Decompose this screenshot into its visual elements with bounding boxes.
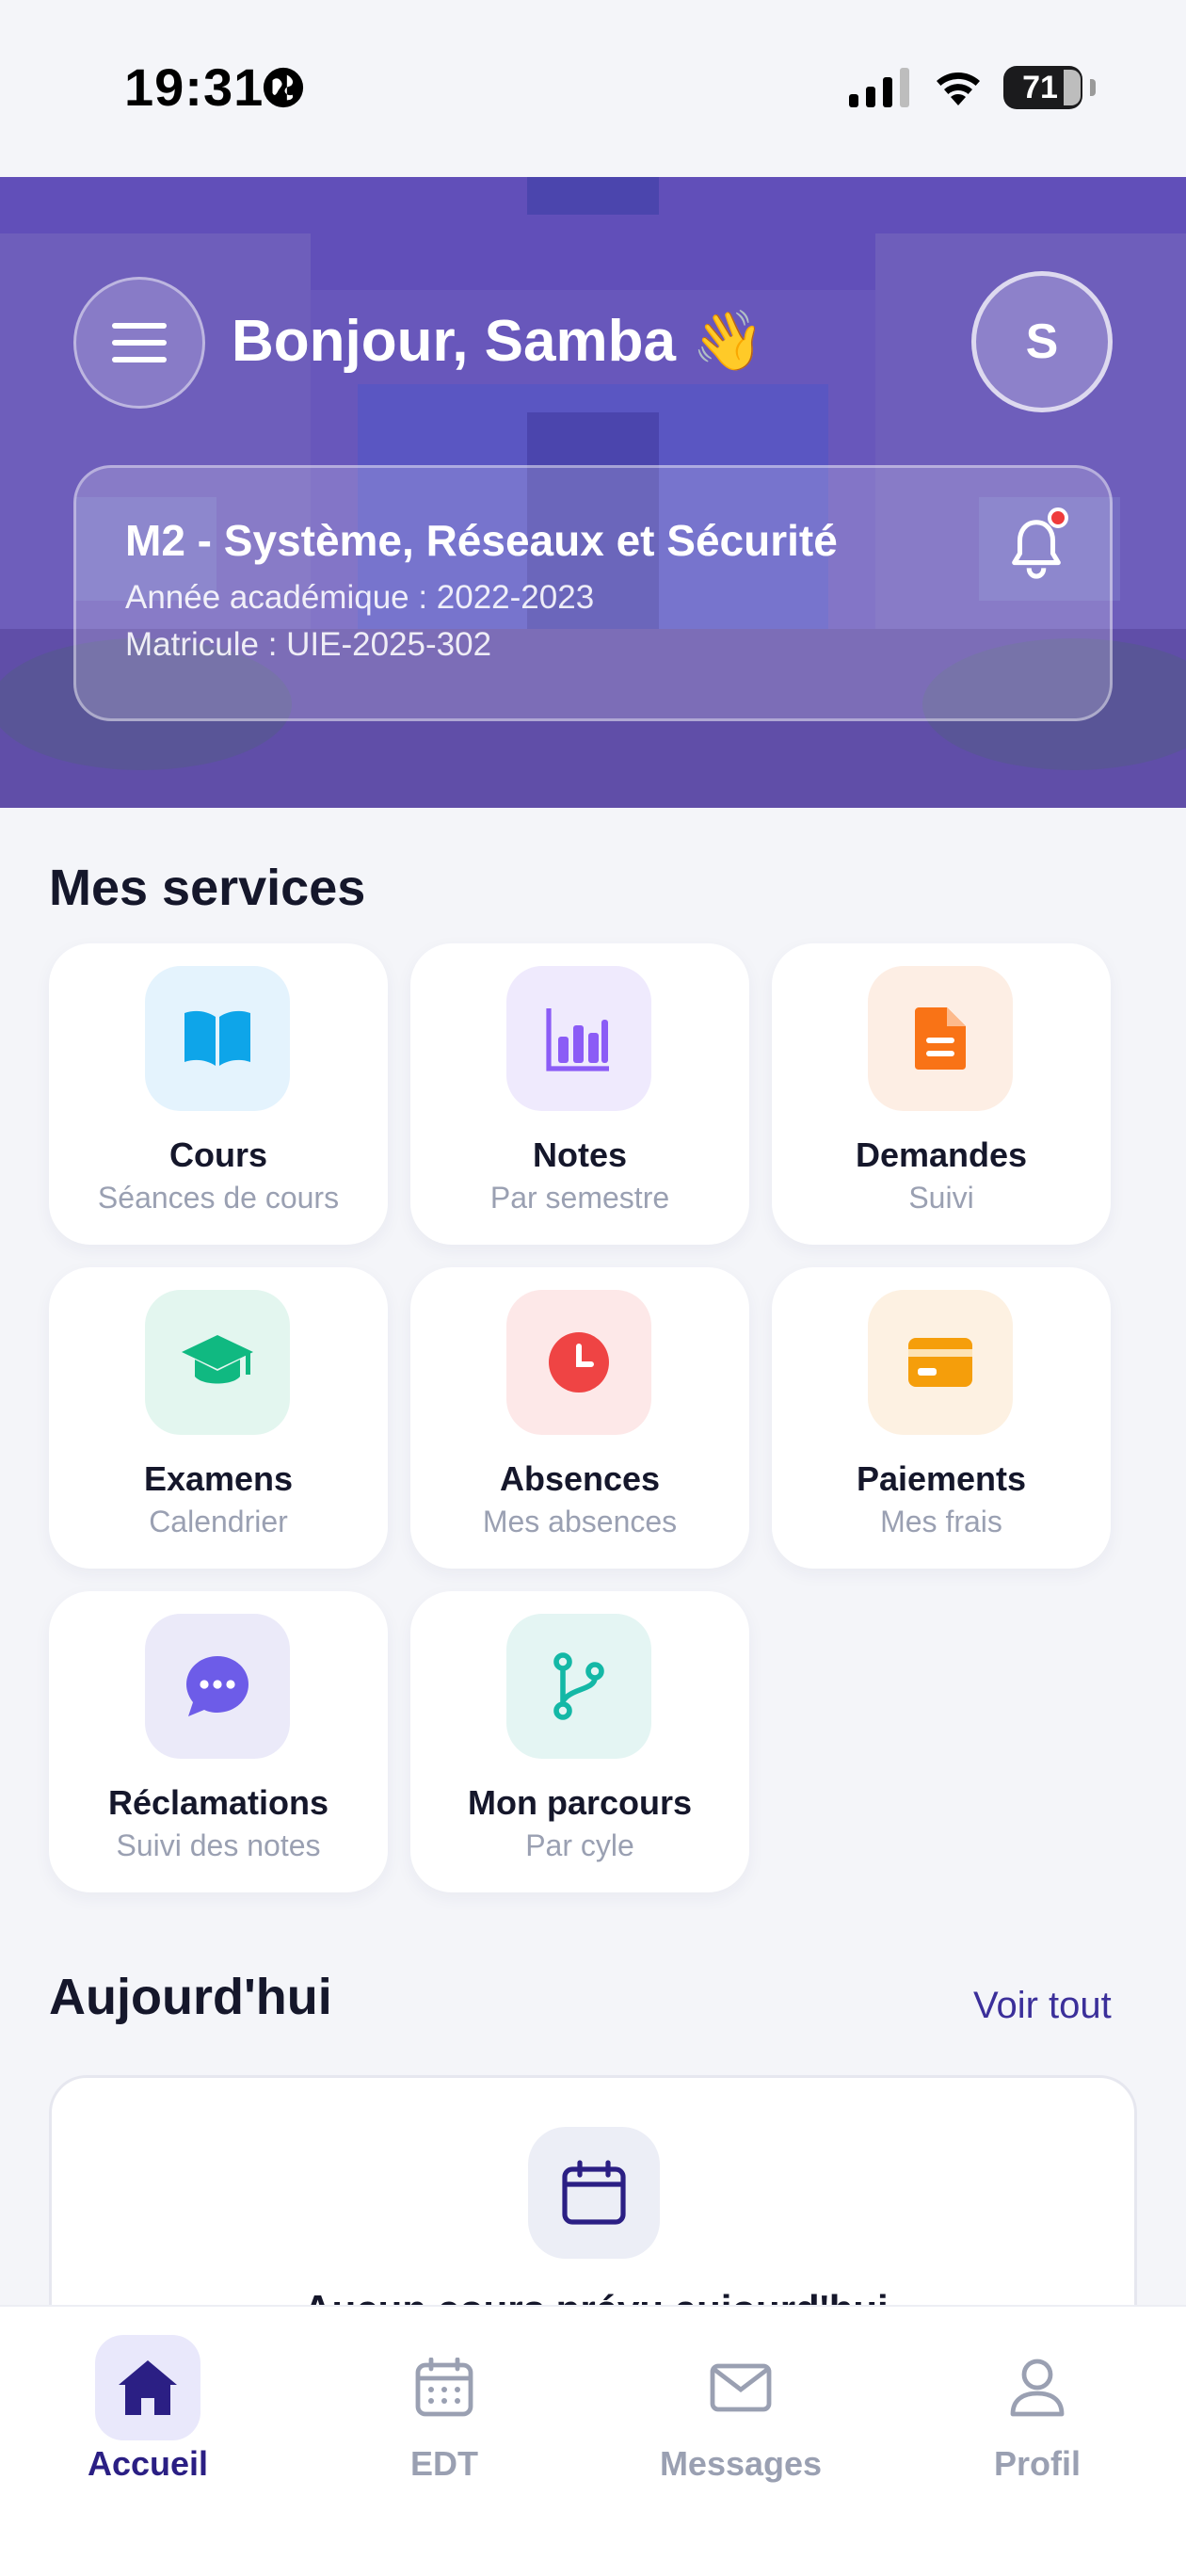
service-subtitle: Mes frais bbox=[880, 1505, 1002, 1538]
service-subtitle: Mes absences bbox=[482, 1505, 678, 1538]
battery-indicator: 71 bbox=[1003, 66, 1096, 109]
cellular-signal-icon bbox=[849, 68, 909, 107]
services-title: Mes services bbox=[49, 860, 366, 916]
document-icon bbox=[868, 966, 1013, 1111]
service-card-paiements[interactable]: Paiements Mes frais bbox=[772, 1267, 1111, 1569]
student-id: Matricule : UIE-2025-302 bbox=[125, 626, 492, 663]
tab-label: Accueil bbox=[87, 2444, 209, 2483]
service-card-notes[interactable]: Notes Par semestre bbox=[410, 943, 749, 1245]
today-title: Aujourd'hui bbox=[49, 1969, 332, 2025]
graduation-cap-icon bbox=[145, 1290, 290, 1435]
status-time: 19:31 bbox=[124, 57, 264, 117]
service-title: Cours bbox=[168, 1135, 267, 1174]
hamburger-icon bbox=[112, 323, 167, 362]
chat-bubble-icon bbox=[145, 1614, 290, 1759]
service-title: Mon parcours bbox=[467, 1783, 693, 1822]
bar-chart-icon bbox=[506, 966, 651, 1111]
avatar[interactable]: S bbox=[971, 271, 1113, 412]
program-title: M2 - Système, Réseaux et Sécurité bbox=[125, 516, 838, 565]
service-subtitle: Suivi bbox=[908, 1181, 974, 1215]
avatar-initial: S bbox=[1025, 314, 1059, 369]
service-title: Notes bbox=[532, 1135, 628, 1174]
service-title: Réclamations bbox=[107, 1783, 329, 1822]
menu-button[interactable] bbox=[73, 277, 205, 409]
program-card: M2 - Système, Réseaux et Sécurité Année … bbox=[73, 465, 1113, 721]
service-title: Absences bbox=[499, 1459, 661, 1498]
calendar-icon bbox=[392, 2335, 497, 2440]
tab-edt[interactable]: EDT bbox=[331, 2335, 557, 2486]
service-subtitle: Suivi des notes bbox=[116, 1828, 321, 1862]
battery-level: 71 bbox=[1022, 69, 1058, 105]
bottom-tab-bar: Accueil EDT Messages Profil bbox=[0, 2305, 1186, 2576]
academic-year: Année académique : 2022-2023 bbox=[125, 579, 595, 616]
clock-icon bbox=[506, 1290, 651, 1435]
tab-messages[interactable]: Messages bbox=[628, 2335, 854, 2486]
service-card-demandes[interactable]: Demandes Suivi bbox=[772, 943, 1111, 1245]
service-subtitle: Séances de cours bbox=[97, 1181, 340, 1215]
status-bar: 19:31 71 bbox=[0, 0, 1186, 177]
tab-label: Messages bbox=[659, 2444, 823, 2483]
service-card-absences[interactable]: Absences Mes absences bbox=[410, 1267, 749, 1569]
branch-icon bbox=[506, 1614, 651, 1759]
calendar-icon bbox=[528, 2127, 660, 2259]
tab-profil[interactable]: Profil bbox=[924, 2335, 1150, 2486]
hero-header: Bonjour, Samba 👋 S M2 - Système, Réseaux… bbox=[0, 177, 1186, 808]
service-subtitle: Par semestre bbox=[489, 1181, 670, 1215]
home-icon bbox=[95, 2335, 200, 2440]
service-title: Demandes bbox=[855, 1135, 1028, 1174]
service-title: Examens bbox=[143, 1459, 294, 1498]
tab-label: Profil bbox=[993, 2444, 1081, 2483]
service-title: Paiements bbox=[856, 1459, 1027, 1498]
wifi-icon bbox=[937, 72, 980, 105]
mail-icon bbox=[688, 2335, 793, 2440]
service-card-examens[interactable]: Examens Calendrier bbox=[49, 1267, 388, 1569]
service-card-reclamations[interactable]: Réclamations Suivi des notes bbox=[49, 1591, 388, 1892]
greeting-text: Bonjour, Samba 👋 bbox=[232, 309, 765, 374]
notification-dot bbox=[1048, 507, 1068, 528]
service-subtitle: Par cyle bbox=[525, 1828, 634, 1862]
see-all-link[interactable]: Voir tout bbox=[973, 1985, 1112, 2027]
service-subtitle: Calendrier bbox=[149, 1505, 288, 1538]
book-icon bbox=[145, 966, 290, 1111]
service-card-cours[interactable]: Cours Séances de cours bbox=[49, 943, 388, 1245]
service-card-mon-parcours[interactable]: Mon parcours Par cyle bbox=[410, 1591, 749, 1892]
tab-accueil[interactable]: Accueil bbox=[35, 2335, 261, 2486]
credit-card-icon bbox=[868, 1290, 1013, 1435]
globe-icon bbox=[263, 67, 304, 108]
user-icon bbox=[985, 2335, 1090, 2440]
tab-label: EDT bbox=[410, 2444, 478, 2483]
